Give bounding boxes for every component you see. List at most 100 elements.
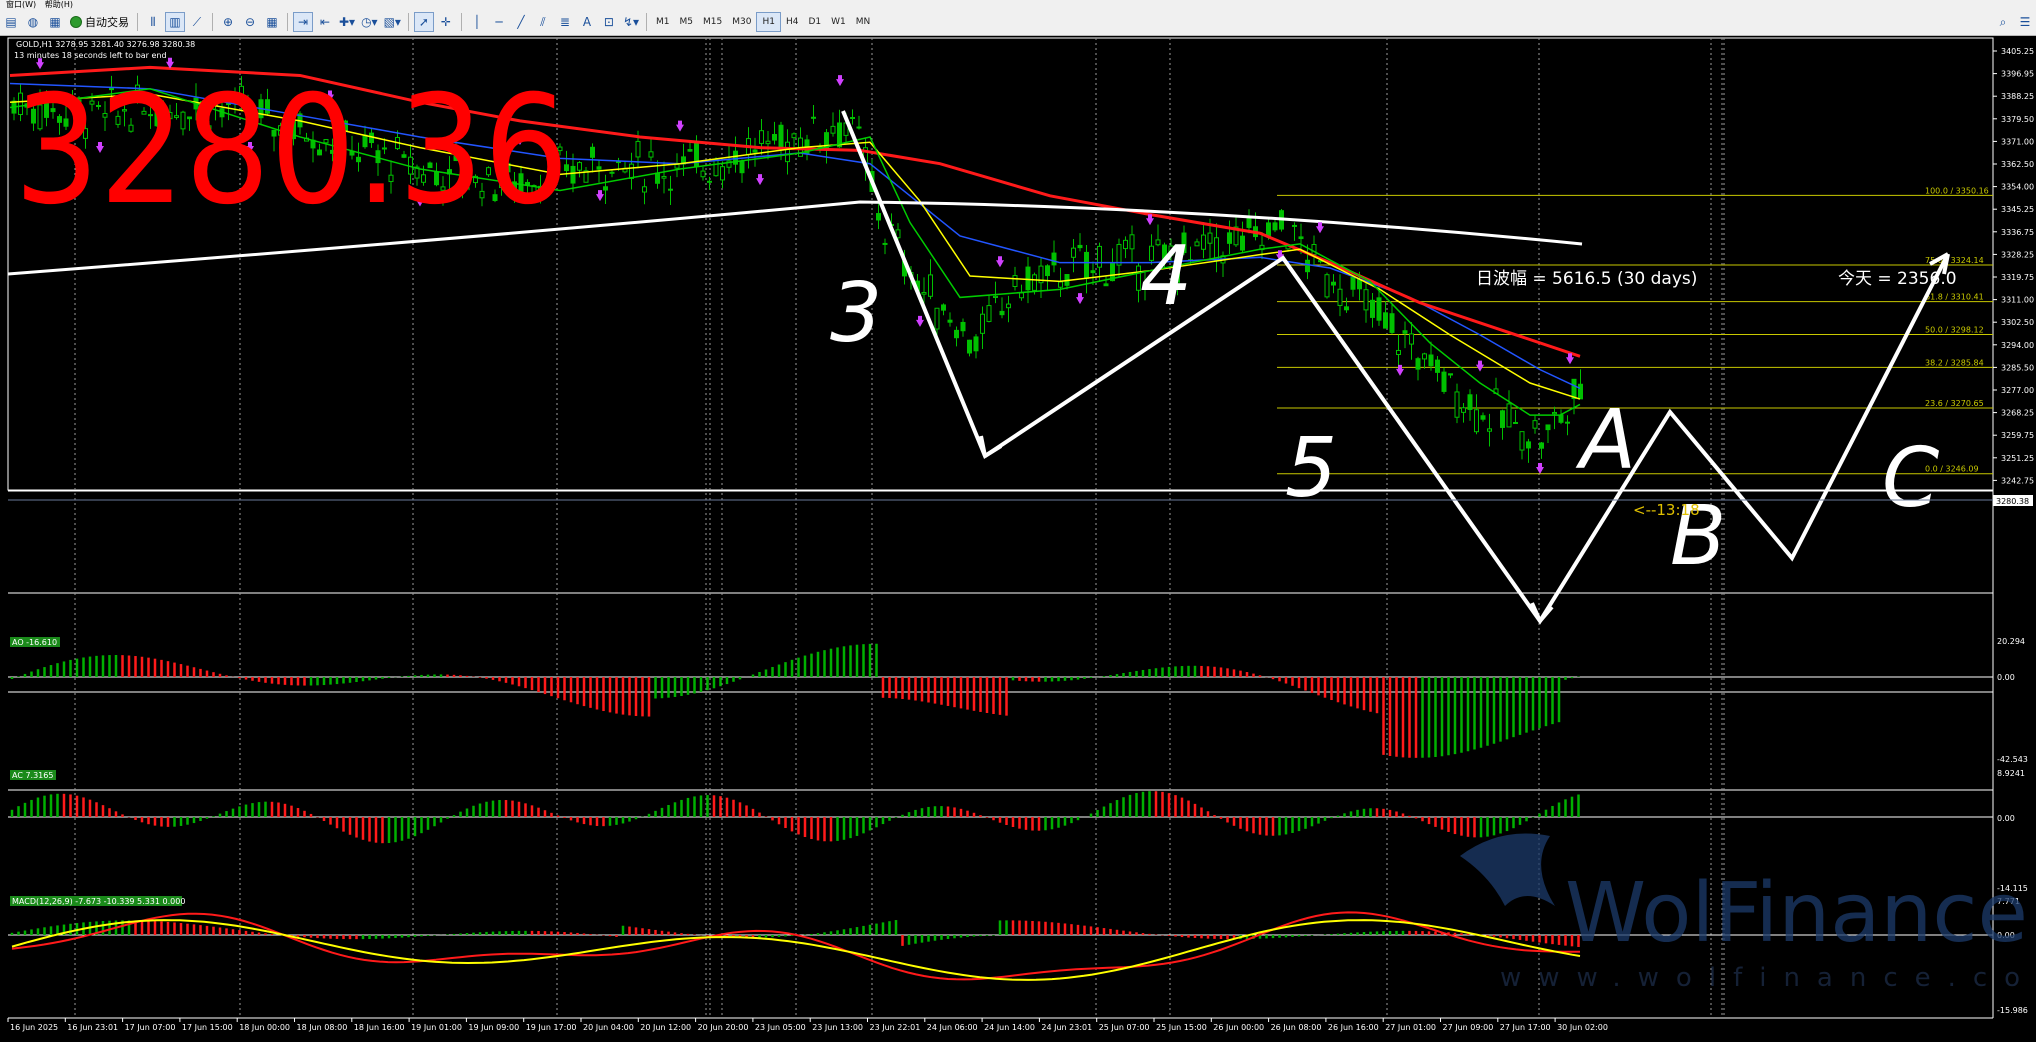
toolbar-separator — [137, 13, 138, 31]
autotrade-label: 自动交易 — [85, 16, 129, 29]
arrows-icon[interactable]: ↯▾ — [621, 12, 641, 32]
candle-body — [668, 188, 673, 191]
timeframe-w1[interactable]: W1 — [826, 13, 851, 31]
bar-chart-icon[interactable]: ⫴ — [143, 12, 163, 32]
periods-icon[interactable]: ◷▾ — [359, 12, 380, 32]
candle-body — [1448, 373, 1453, 376]
autotrade-button[interactable]: 自动交易 — [66, 14, 133, 30]
new-chart-icon[interactable]: ▤ — [1, 12, 21, 32]
time-tick-label: 17 Jun 07:00 — [125, 1023, 176, 1032]
vline-icon[interactable]: │ — [467, 12, 487, 32]
fractal-arrow — [1076, 293, 1084, 305]
candle-body — [1246, 217, 1252, 228]
candle-body — [1480, 415, 1486, 420]
time-tick-label: 18 Jun 08:00 — [297, 1023, 348, 1032]
macd-label: MACD(12,26,9) -7.673 -10.339 5.331 0.000 — [12, 897, 185, 906]
wave-label-c: C — [1882, 431, 1939, 526]
candle-body — [1194, 241, 1200, 247]
timeframe-m30[interactable]: M30 — [727, 13, 756, 31]
candle-body — [1526, 441, 1531, 449]
candle-body — [739, 161, 745, 174]
label-icon[interactable]: ⊡ — [599, 12, 619, 32]
candle-body — [999, 310, 1005, 316]
candle-body — [830, 125, 836, 134]
timeframe-m1[interactable]: M1 — [651, 13, 675, 31]
candle-body — [980, 313, 985, 334]
zoom-out-icon[interactable]: ⊖ — [240, 12, 260, 32]
time-tick-label: 25 Jun 07:00 — [1099, 1023, 1150, 1032]
navigator-icon[interactable]: ▦ — [45, 12, 65, 32]
scroll-icon[interactable]: ⇥ — [293, 12, 313, 32]
chart-window[interactable]: 100.0 / 3350.16 75.0 / 3324.14 61.8 / 3310… — [0, 36, 2036, 1038]
price-tick-label: 3259.75 — [2001, 431, 2034, 440]
candle-body — [778, 124, 784, 148]
candle-body — [791, 133, 797, 139]
countdown-label: <--13:18 — [1633, 501, 1700, 519]
text-icon[interactable]: A — [577, 12, 597, 32]
templates-icon[interactable]: ▧▾ — [382, 12, 403, 32]
candle-body — [941, 304, 946, 311]
price-tick-label: 3285.50 — [2001, 363, 2034, 372]
candle-body — [1500, 410, 1505, 428]
candle-body — [882, 242, 888, 245]
candle-body — [1344, 306, 1349, 311]
timeframe-d1[interactable]: D1 — [803, 13, 826, 31]
candle-body — [661, 175, 667, 179]
time-tick-label: 25 Jun 15:00 — [1156, 1023, 1207, 1032]
channel-icon[interactable]: ⫽ — [533, 12, 553, 32]
candle-body — [1402, 330, 1408, 334]
price-tick-label: 3371.00 — [2001, 137, 2034, 146]
cursor-icon[interactable]: ➚ — [413, 12, 434, 32]
candle-body — [1363, 289, 1369, 311]
time-tick-label: 30 Jun 02:00 — [1557, 1023, 1608, 1032]
candle-chart-icon[interactable]: ▥ — [165, 12, 185, 32]
trendline-icon[interactable]: ╱ — [511, 12, 531, 32]
fibo-level-label: 23.6 / 3270.65 — [1925, 399, 1984, 408]
search-icon[interactable]: ⌕ — [1993, 12, 2013, 32]
menu-item-help[interactable]: 帮助(H) — [45, 0, 73, 9]
wave-label-5: 5 — [1285, 421, 1337, 516]
tile-icon[interactable]: ▦ — [262, 12, 282, 32]
price-tick-label: 3354.00 — [2001, 183, 2034, 192]
autoscroll-icon[interactable]: ⇤ — [315, 12, 335, 32]
timeframe-h4[interactable]: H4 — [781, 13, 804, 31]
menu-item-window[interactable]: 窗口(W) — [6, 0, 36, 9]
indicators-icon[interactable]: ✚▾ — [337, 12, 357, 32]
hline-icon[interactable]: ─ — [489, 12, 509, 32]
timeframe-mn[interactable]: MN — [851, 13, 876, 31]
timeframe-m5[interactable]: M5 — [675, 13, 699, 31]
candle-body — [635, 140, 641, 158]
chart-canvas[interactable]: 100.0 / 3350.1675.0 / 3324.1461.8 / 3310… — [0, 36, 2036, 1038]
ac-label: AC 7.3165 — [12, 771, 53, 780]
candle-body — [1025, 266, 1031, 291]
fibo-level-label: 100.0 / 3350.16 — [1925, 186, 1989, 195]
timeframe-h1[interactable]: H1 — [756, 12, 781, 32]
fractal-arrow — [996, 256, 1004, 268]
fractal-arrow — [1536, 462, 1544, 474]
candle-body — [1415, 358, 1421, 370]
account-icon[interactable]: ☰ — [2015, 12, 2035, 32]
time-tick-label: 23 Jun 05:00 — [755, 1023, 806, 1032]
time-axis: 16 Jun 2025 16 Jun 23:01 17 Jun 07:00 17 Ju… — [7, 1018, 1608, 1032]
candle-body — [856, 126, 862, 129]
big-price: 3280.36 — [14, 64, 569, 238]
line-chart-icon[interactable]: ⟋ — [187, 12, 207, 32]
fibo-icon[interactable]: ≣ — [555, 12, 575, 32]
candle-body — [1409, 333, 1414, 345]
crosshair-icon[interactable]: ✛ — [436, 12, 456, 32]
candle-body — [785, 141, 790, 163]
time-tick-label: 26 Jun 08:00 — [1271, 1023, 1322, 1032]
zoom-in-icon[interactable]: ⊕ — [218, 12, 238, 32]
symbol-info: GOLD,H1 3278.95 3281.40 3276.98 3280.38 — [16, 40, 195, 49]
candle-body — [1019, 292, 1024, 299]
wolfinance-watermark: WolFinance www.wolfinance.com — [1460, 833, 2036, 993]
timeframe-m15[interactable]: M15 — [698, 13, 727, 31]
time-tick-label: 26 Jun 16:00 — [1328, 1023, 1379, 1032]
candle-body — [1123, 239, 1128, 250]
candle-body — [1441, 371, 1447, 392]
fibo-level-label: 50.0 / 3298.12 — [1925, 326, 1984, 335]
profiles-icon[interactable]: ◍ — [23, 12, 43, 32]
autotrade-icon — [70, 16, 82, 28]
fractal-arrow — [1316, 222, 1324, 234]
fractal-arrow — [1396, 364, 1404, 376]
